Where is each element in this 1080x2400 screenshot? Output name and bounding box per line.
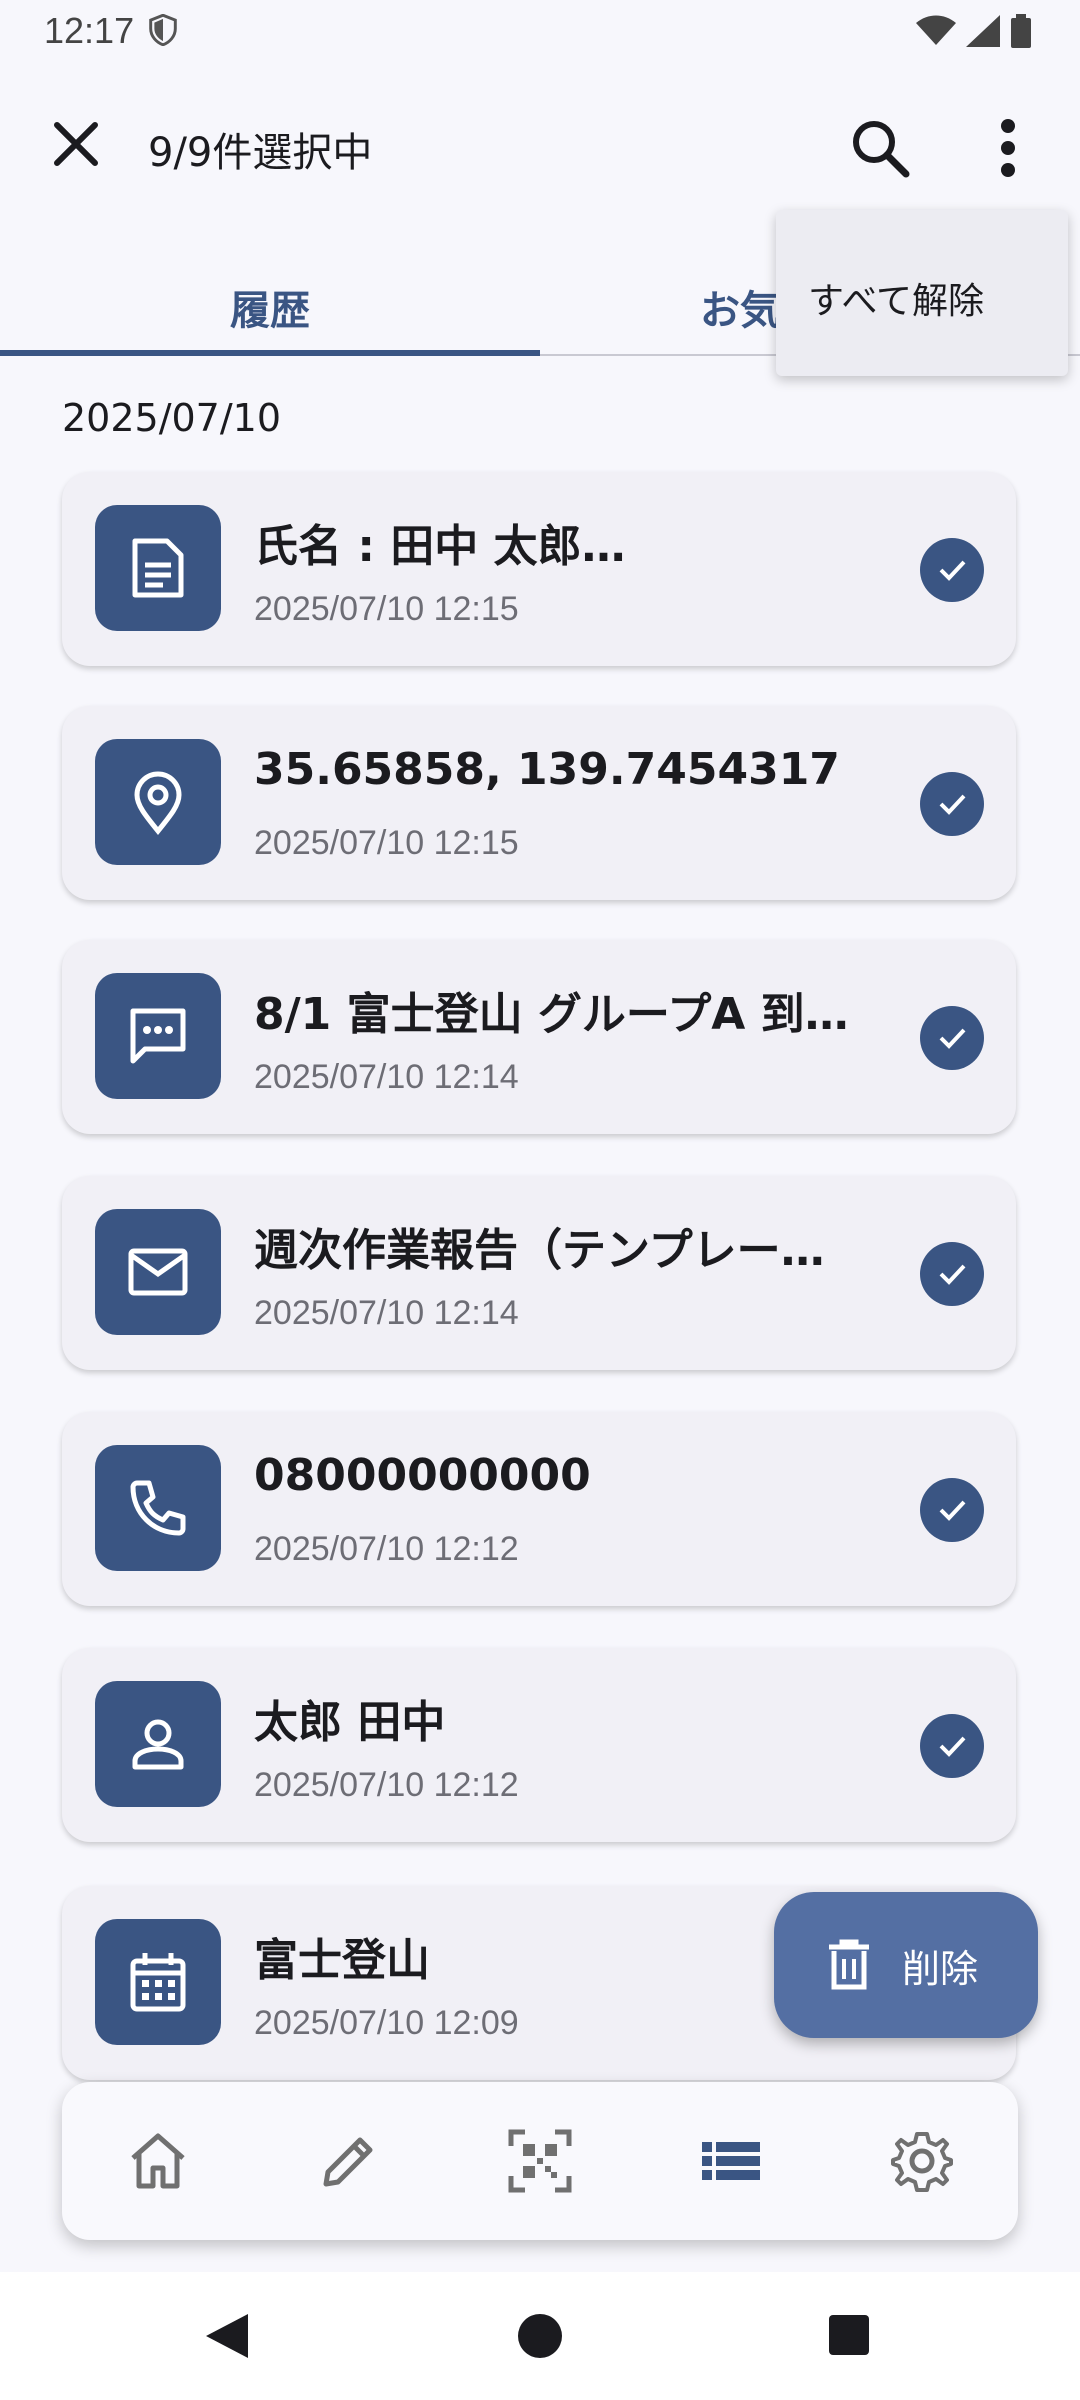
list-item[interactable]: 週次作業報告（テンプレー… 2025/07/10 12:14 [62,1176,1016,1370]
edit-icon [323,2137,373,2187]
item-title: 氏名 : 田中 太郎… [254,521,626,572]
status-time: 12:17 [44,10,135,51]
home-nav-icon[interactable] [516,2312,564,2360]
checkmark-icon[interactable] [920,1006,984,1070]
qr-scan-icon [508,2129,572,2193]
nav-settings[interactable] [862,2101,982,2221]
nav-home[interactable] [98,2101,218,2221]
item-title: 週次作業報告（テンプレー… [254,1225,825,1276]
back-icon[interactable] [204,2312,250,2360]
location-pin-icon [95,739,221,865]
item-time: 2025/07/10 12:14 [254,1058,519,1096]
item-title: 08000000000 [254,1450,591,1501]
search-button[interactable] [840,108,920,188]
checkmark-icon[interactable] [920,772,984,836]
list-item[interactable]: 08000000000 2025/07/10 12:12 [62,1412,1016,1606]
bottom-navigation [62,2082,1018,2240]
trash-icon [826,1939,872,1991]
menu-item-deselect-all[interactable]: すべて解除 [808,272,984,324]
home-icon [130,2133,185,2189]
delete-label: 削除 [902,1946,979,1991]
message-icon [95,973,221,1099]
item-title: 8/1 富士登山 グループA 到… [254,989,849,1040]
signal-icon [966,15,1000,47]
item-title: 35.65858, 139.7454317 [254,744,840,795]
delete-fab-button[interactable]: 削除 [774,1892,1038,2038]
document-icon [95,505,221,631]
more-options-button[interactable] [968,108,1048,188]
checkmark-icon[interactable] [920,1478,984,1542]
close-icon [54,122,98,166]
item-time: 2025/07/10 12:12 [254,1766,519,1804]
tab-history[interactable]: 履歴 [0,262,540,352]
more-vert-icon [1001,119,1015,177]
list-item[interactable]: 氏名 : 田中 太郎… 2025/07/10 12:15 [62,472,1016,666]
calendar-icon [95,1919,221,2045]
item-time: 2025/07/10 12:12 [254,1530,519,1568]
contact-icon [95,1681,221,1807]
battery-icon [1010,14,1032,48]
search-icon [853,121,910,178]
nav-scan[interactable] [480,2101,600,2221]
list-item[interactable]: 35.65858, 139.7454317 2025/07/10 12:15 [62,706,1016,900]
date-header: 2025/07/10 [62,396,282,440]
shield-icon [148,14,178,46]
list-item[interactable]: 太郎 田中 2025/07/10 12:12 [62,1648,1016,1842]
item-time: 2025/07/10 12:15 [254,824,519,862]
item-time: 2025/07/10 12:15 [254,590,519,628]
list-icon [702,2142,761,2180]
checkmark-icon[interactable] [920,538,984,602]
nav-list[interactable] [671,2101,791,2221]
wifi-icon [916,15,956,47]
list-item[interactable]: 8/1 富士登山 グループA 到… 2025/07/10 12:14 [62,940,1016,1134]
item-title: 太郎 田中 [254,1697,446,1748]
phone-icon [95,1445,221,1571]
close-selection-button[interactable] [40,108,112,180]
recents-icon[interactable] [828,2314,870,2356]
status-icons [916,14,1032,48]
item-time: 2025/07/10 12:09 [254,2004,519,2042]
nav-edit[interactable] [289,2101,409,2221]
selection-count-title: 9/9件選択中 [148,130,373,176]
tab-favorites-label: お気 [700,288,780,334]
tab-indicator [0,350,540,356]
item-time: 2025/07/10 12:14 [254,1294,519,1332]
checkmark-icon[interactable] [920,1242,984,1306]
mail-icon [95,1209,221,1335]
settings-icon [891,2132,954,2192]
checkmark-icon[interactable] [920,1714,984,1778]
overflow-menu: すべて解除 [776,210,1068,376]
